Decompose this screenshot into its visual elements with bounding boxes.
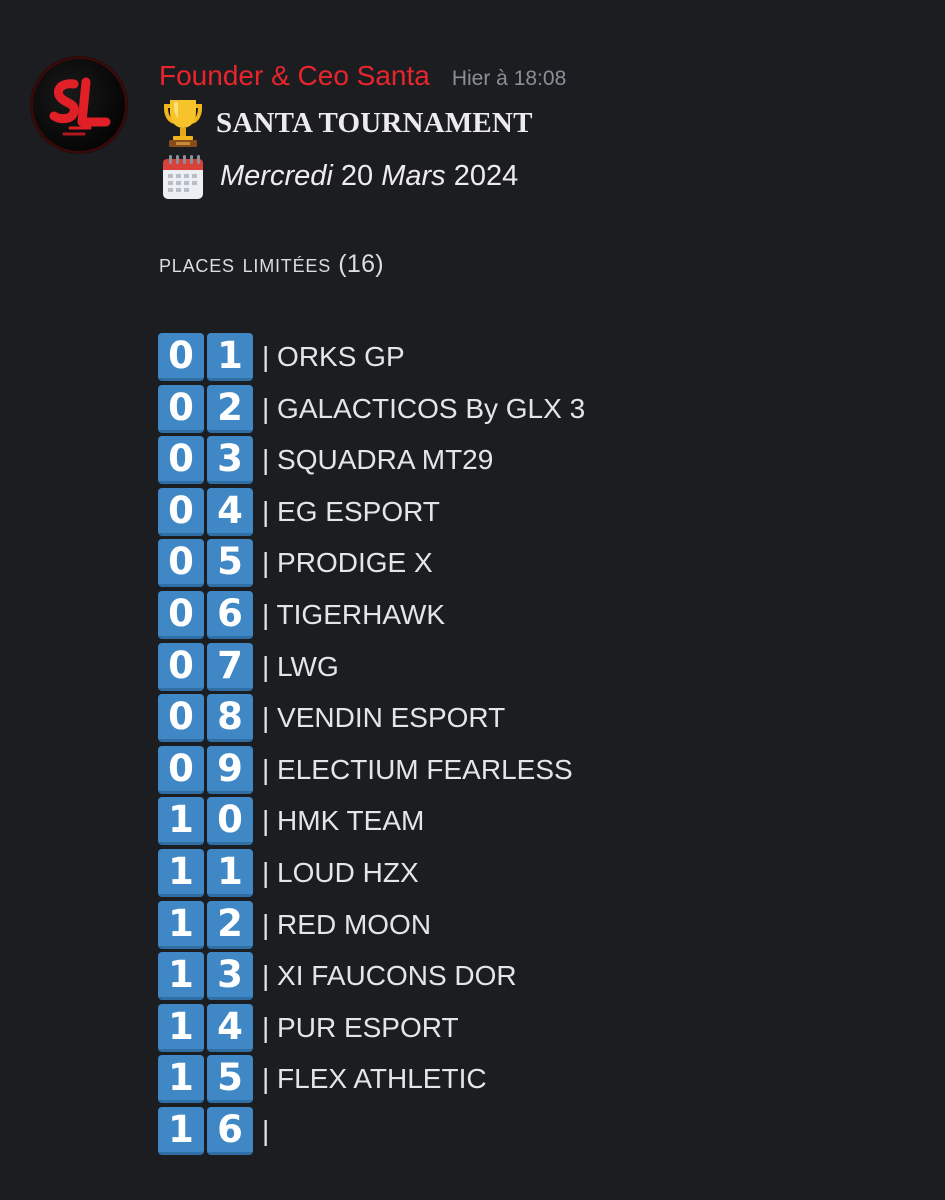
date-weekday: Mercredi [220,159,333,192]
list-item: 0 2 | GALACTICOS By GLX 3 [158,385,585,433]
chat-message: Founder & Ceo Santa Hier à 18:08 SANTA T… [0,0,945,1200]
list-item: 1 4 | PUR ESPORT [158,1004,459,1052]
tournament-date: Mercredi 20 Mars 2024 [220,160,518,193]
digit-keycap-icon: 3 [207,952,253,1000]
list-item: 0 1 | ORKS GP [158,333,405,381]
digit-keycap-icon: 1 [158,1055,204,1103]
digit-keycap-icon: 1 [207,333,253,381]
digit-keycap-icon: 0 [158,333,204,381]
digit-keycap-icon: 1 [158,1107,204,1155]
team-name: | ELECTIUM FEARLESS [262,754,573,785]
list-item: 1 1 | LOUD HZX [158,849,419,897]
places-limit: places limitées (16) [159,250,384,279]
team-name: | TIGERHAWK [262,599,446,630]
team-name: | LWG [262,651,339,682]
team-name: | ORKS GP [262,341,405,372]
digit-keycap-icon: 6 [207,591,253,639]
team-name: | GALACTICOS By GLX 3 [262,393,586,424]
list-item: 1 5 | FLEX ATHLETIC [158,1055,487,1103]
avatar[interactable] [30,56,128,154]
list-item: 0 7 | LWG [158,643,339,691]
team-name: | FLEX ATHLETIC [262,1063,487,1094]
digit-keycap-icon: 1 [207,849,253,897]
date-year: 2024 [445,159,519,192]
team-name: | LOUD HZX [262,857,419,888]
digit-keycap-icon: 7 [207,643,253,691]
list-item: 1 3 | XI FAUCONS DOR [158,952,517,1000]
digit-keycap-icon: 0 [158,643,204,691]
team-name: | EG ESPORT [262,496,440,527]
message-timestamp[interactable]: Hier à 18:08 [452,67,566,91]
team-name: | [262,1115,270,1146]
digit-keycap-icon: 5 [207,1055,253,1103]
team-name: | RED MOON [262,909,432,940]
digit-keycap-icon: 1 [158,901,204,949]
date-month: Mars [381,159,446,192]
date-day: 20 [332,159,382,192]
places-label: places limitées [159,250,331,278]
calendar-icon [158,151,208,201]
list-item: 0 9 | ELECTIUM FEARLESS [158,746,573,794]
digit-keycap-icon: 9 [207,746,253,794]
digit-keycap-icon: 2 [207,385,253,433]
team-name: | HMK TEAM [262,805,425,836]
list-item: 1 6 | [158,1107,269,1155]
digit-keycap-icon: 1 [158,952,204,1000]
digit-keycap-icon: 5 [207,539,253,587]
digit-keycap-icon: 0 [158,694,204,742]
team-name: | XI FAUCONS DOR [262,960,517,991]
list-item: 0 8 | VENDIN ESPORT [158,694,505,742]
list-item: 0 6 | TIGERHAWK [158,591,445,639]
list-item: 1 2 | RED MOON [158,901,431,949]
list-item: 0 4 | EG ESPORT [158,488,440,536]
digit-keycap-icon: 4 [207,488,253,536]
digit-keycap-icon: 2 [207,901,253,949]
author-name[interactable]: Founder & Ceo Santa [159,60,430,92]
team-name: | PRODIGE X [262,547,433,578]
list-item: 0 5 | PRODIGE X [158,539,433,587]
digit-keycap-icon: 0 [158,385,204,433]
digit-keycap-icon: 1 [158,849,204,897]
digit-keycap-icon: 4 [207,1004,253,1052]
digit-keycap-icon: 0 [158,539,204,587]
title-line: SANTA TOURNAMENT [158,97,533,149]
list-item: 0 3 | SQUADRA MT29 [158,436,493,484]
team-name: | PUR ESPORT [262,1012,459,1043]
digit-keycap-icon: 6 [207,1107,253,1155]
digit-keycap-icon: 3 [207,436,253,484]
sl-logo-icon [31,57,127,153]
digit-keycap-icon: 0 [158,488,204,536]
team-name: | SQUADRA MT29 [262,444,494,475]
digit-keycap-icon: 1 [158,797,204,845]
digit-keycap-icon: 0 [158,746,204,794]
tournament-title: SANTA TOURNAMENT [216,106,533,139]
date-line: Mercredi 20 Mars 2024 [158,150,518,202]
digit-keycap-icon: 0 [158,591,204,639]
digit-keycap-icon: 8 [207,694,253,742]
team-name: | VENDIN ESPORT [262,702,506,733]
digit-keycap-icon: 1 [158,1004,204,1052]
message-header: Founder & Ceo Santa Hier à 18:08 [159,60,566,100]
list-item: 1 0 | HMK TEAM [158,797,424,845]
places-count: (16) [331,250,384,278]
digit-keycap-icon: 0 [207,797,253,845]
trophy-icon [158,98,208,148]
digit-keycap-icon: 0 [158,436,204,484]
